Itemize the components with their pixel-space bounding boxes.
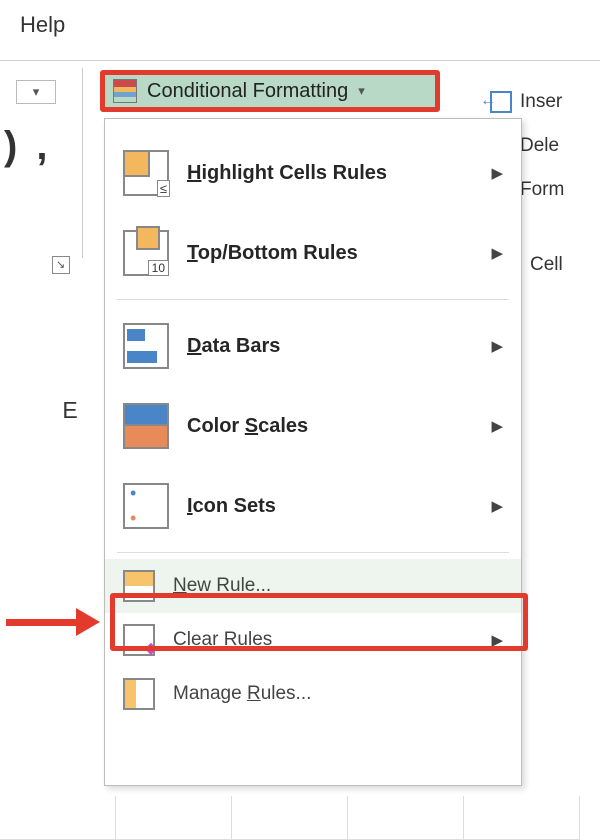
menu-color-scales[interactable]: Color Scales ▶: [105, 386, 521, 466]
chevron-right-icon: ▶: [491, 497, 503, 515]
chevron-right-icon: ▶: [491, 417, 503, 435]
menu-label: Color Scales: [187, 415, 473, 438]
tab-help[interactable]: Help: [20, 12, 65, 38]
menu-clear-rules[interactable]: Clear Rules ▶: [105, 613, 521, 667]
cells-group-label: Cell: [530, 254, 563, 276]
format-dropdown[interactable]: ▾: [16, 80, 56, 104]
color-scales-icon: [123, 403, 169, 449]
menu-new-rule[interactable]: New Rule...: [105, 559, 521, 613]
annotation-arrow: [6, 610, 104, 634]
highlight-cells-icon: [123, 150, 169, 196]
menu-top-bottom-rules[interactable]: Top/Bottom Rules ▶: [105, 213, 521, 293]
icon-sets-icon: [123, 483, 169, 529]
conditional-formatting-menu: Highlight Cells Rules ▶ Top/Bottom Rules…: [104, 118, 522, 786]
new-rule-icon: [123, 570, 155, 602]
worksheet-grid[interactable]: [0, 796, 600, 840]
insert-label: Inser: [520, 91, 562, 113]
cell[interactable]: [348, 796, 464, 840]
conditional-formatting-label: Conditional Formatting: [147, 80, 348, 103]
conditional-formatting-button[interactable]: Conditional Formatting ▾: [100, 70, 440, 112]
cell[interactable]: [116, 796, 232, 840]
menu-icon-sets[interactable]: Icon Sets ▶: [105, 466, 521, 546]
cell[interactable]: [232, 796, 348, 840]
number-format-sample[interactable]: ) ,: [4, 124, 52, 169]
menu-manage-rules[interactable]: Manage Rules...: [105, 667, 521, 721]
cell[interactable]: [0, 796, 116, 840]
insert-icon: [490, 91, 512, 113]
conditional-formatting-icon: [113, 79, 137, 103]
menu-label: Top/Bottom Rules: [187, 242, 473, 265]
delete-label: Dele: [520, 135, 559, 157]
cell[interactable]: [464, 796, 580, 840]
menu-data-bars[interactable]: Data Bars ▶: [105, 306, 521, 386]
menu-highlight-cells-rules[interactable]: Highlight Cells Rules ▶: [105, 133, 521, 213]
data-bars-icon: [123, 323, 169, 369]
chevron-down-icon: ▾: [358, 83, 365, 99]
menu-label: New Rule...: [173, 575, 503, 597]
chevron-right-icon: ▶: [491, 337, 503, 355]
menu-label: Clear Rules: [173, 629, 473, 651]
menu-label: Icon Sets: [187, 495, 473, 518]
ribbon-divider: [82, 68, 83, 258]
menu-label: Data Bars: [187, 335, 473, 358]
top-bottom-icon: [123, 230, 169, 276]
clear-rules-icon: [123, 624, 155, 656]
dialog-launcher-icon[interactable]: [52, 256, 70, 274]
chevron-right-icon: ▶: [491, 244, 503, 262]
menu-divider: [117, 552, 509, 553]
menu-divider: [117, 299, 509, 300]
menu-label: Highlight Cells Rules: [187, 162, 473, 185]
chevron-down-icon: ▾: [33, 84, 40, 100]
menu-label: Manage Rules...: [173, 683, 503, 705]
chevron-right-icon: ▶: [491, 631, 503, 649]
format-label: Form: [520, 179, 564, 201]
manage-rules-icon: [123, 678, 155, 710]
chevron-right-icon: ▶: [491, 164, 503, 182]
